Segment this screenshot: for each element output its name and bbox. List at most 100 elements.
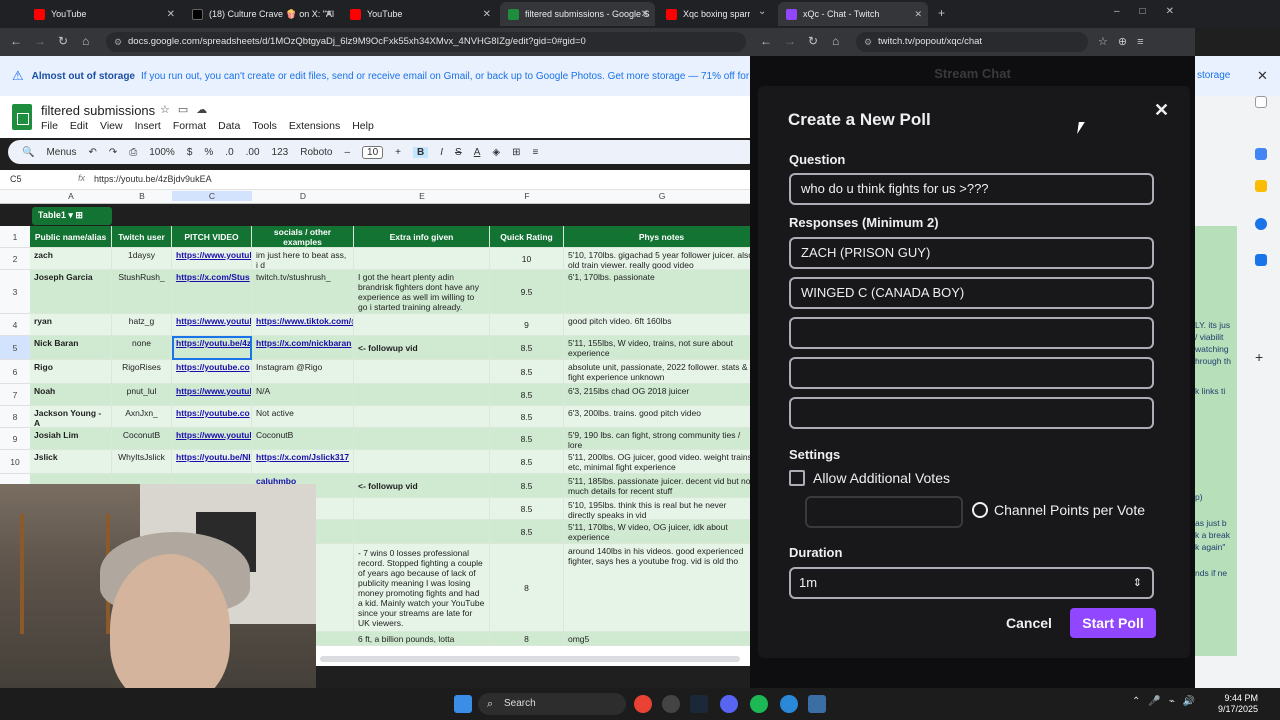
align-icon[interactable]: ≡ bbox=[532, 147, 538, 158]
table-cell[interactable]: https://youtube.co bbox=[172, 406, 252, 428]
table-cell[interactable]: around 140lbs in his videos. good experi… bbox=[564, 544, 760, 632]
window-controls[interactable]: –□✕ bbox=[1114, 6, 1194, 17]
table-cell[interactable]: N/A bbox=[252, 384, 354, 406]
table-cell[interactable]: 5'10, 195lbs. think this is real but he … bbox=[564, 498, 760, 520]
print-icon[interactable]: ⎙ bbox=[129, 147, 137, 158]
star-icon[interactable]: ☆ bbox=[160, 104, 178, 116]
close-icon[interactable]: ✕ bbox=[483, 9, 491, 20]
increase-decimal-button[interactable]: .00 bbox=[246, 147, 260, 158]
table-cell[interactable]: https://x.com/Jslick317 bbox=[252, 450, 354, 474]
start-poll-button[interactable]: Start Poll bbox=[1070, 608, 1156, 638]
response-input-3[interactable] bbox=[789, 317, 1154, 349]
col-b[interactable]: B bbox=[112, 191, 172, 201]
tab-youtube-1[interactable]: YouTube ✕ bbox=[26, 2, 181, 26]
app-icon[interactable] bbox=[780, 695, 798, 713]
response-input-2[interactable]: WINGED C (CANADA BOY) bbox=[789, 277, 1154, 309]
discord-icon[interactable] bbox=[720, 695, 738, 713]
horizontal-scrollbar[interactable] bbox=[320, 656, 740, 662]
row-number[interactable]: 2 bbox=[0, 248, 30, 270]
table-cell[interactable] bbox=[354, 314, 490, 336]
table-cell[interactable]: https://www.tiktok.com/@ bbox=[252, 314, 354, 336]
table-cell[interactable]: CoconutB bbox=[252, 428, 354, 450]
table-cell[interactable] bbox=[354, 520, 490, 544]
table-cell[interactable]: https://x.com/Stus bbox=[172, 270, 252, 314]
duration-select[interactable]: 1m ⇕ bbox=[789, 567, 1154, 599]
col-d[interactable]: D bbox=[252, 191, 354, 201]
row-number[interactable]: 6 bbox=[0, 360, 30, 384]
back-icon[interactable]: ← bbox=[760, 34, 772, 48]
row-number[interactable]: 3 bbox=[0, 270, 30, 314]
close-icon[interactable]: ✕ bbox=[641, 9, 649, 20]
forward-icon[interactable]: → bbox=[34, 34, 46, 48]
table-cell[interactable]: Instagram @Rigo bbox=[252, 360, 354, 384]
table-cell[interactable]: 6'1, 170lbs. passionate bbox=[564, 270, 760, 314]
table-cell[interactable]: Noah bbox=[30, 384, 112, 406]
table-cell[interactable]: twitch.tv/stushrush_ bbox=[252, 270, 354, 314]
table-cell[interactable]: omg5 bbox=[564, 632, 760, 646]
table-cell[interactable] bbox=[354, 360, 490, 384]
table-cell[interactable]: 6 ft, a billion pounds, lotta bbox=[354, 632, 490, 646]
chrome-icon[interactable] bbox=[634, 695, 652, 713]
move-icon[interactable]: ▭ bbox=[178, 104, 196, 116]
font-size-decrease[interactable]: – bbox=[344, 147, 350, 158]
steam-icon[interactable] bbox=[690, 695, 708, 713]
table-cell[interactable]: CoconutB bbox=[112, 428, 172, 450]
table-cell[interactable]: zach bbox=[30, 248, 112, 270]
table-cell[interactable]: 8.5 bbox=[490, 428, 564, 450]
fill-color-icon[interactable]: ◈ bbox=[492, 147, 500, 158]
allow-additional-votes-checkbox[interactable] bbox=[789, 470, 805, 486]
spotify-icon[interactable] bbox=[750, 695, 768, 713]
table-cell[interactable]: Not active bbox=[252, 406, 354, 428]
avatar[interactable] bbox=[1255, 96, 1267, 108]
currency-button[interactable]: $ bbox=[187, 147, 193, 158]
table-cell[interactable]: good pitch video. 6ft 160lbs bbox=[564, 314, 760, 336]
table-cell[interactable]: 8.5 bbox=[490, 384, 564, 406]
response-input-1[interactable]: ZACH (PRISON GUY) bbox=[789, 237, 1154, 269]
table-cell[interactable]: RigoRises bbox=[112, 360, 172, 384]
table-cell[interactable]: https://www.youtul bbox=[172, 384, 252, 406]
close-icon[interactable]: ✕ bbox=[325, 9, 333, 20]
menus-search[interactable]: Menus bbox=[46, 147, 76, 158]
table-cell[interactable]: https://www.youtul bbox=[172, 314, 252, 336]
table-cell[interactable]: https://youtube.co bbox=[172, 360, 252, 384]
response-input-4[interactable] bbox=[789, 357, 1154, 389]
table-cell[interactable]: Josiah Lim bbox=[30, 428, 112, 450]
italic-button[interactable]: I bbox=[440, 147, 443, 158]
table-cell[interactable]: 8.5 bbox=[490, 520, 564, 544]
redo-icon[interactable]: ↷ bbox=[109, 147, 117, 158]
table-cell[interactable]: 6'3, 200lbs. trains. good pitch video bbox=[564, 406, 760, 428]
font-select[interactable]: Roboto bbox=[300, 147, 332, 158]
name-box[interactable]: C5 bbox=[10, 174, 22, 184]
menu-file[interactable]: File bbox=[41, 120, 58, 132]
cancel-button[interactable]: Cancel bbox=[994, 608, 1064, 638]
table-cell[interactable]: 8.5 bbox=[490, 406, 564, 428]
tab-culture-crave[interactable]: (18) Culture Crave 🍿 on X: "Al ✕ bbox=[184, 2, 339, 26]
table-cell[interactable]: Rigo bbox=[30, 360, 112, 384]
close-icon[interactable]: ✕ bbox=[1257, 68, 1268, 84]
home-icon[interactable]: ⌂ bbox=[832, 34, 839, 48]
tasks-icon[interactable] bbox=[1255, 218, 1267, 230]
channel-points-input[interactable] bbox=[805, 496, 963, 528]
column-header-cell[interactable]: Phys notes bbox=[564, 226, 760, 248]
taskbar-search[interactable]: ⌕ Search bbox=[478, 693, 626, 715]
undo-icon[interactable]: ↶ bbox=[88, 147, 96, 158]
obs-icon[interactable] bbox=[662, 695, 680, 713]
text-color-icon[interactable]: A bbox=[474, 147, 481, 158]
row-number[interactable]: 9 bbox=[0, 428, 30, 450]
new-tab-icon[interactable]: + bbox=[938, 6, 945, 20]
reload-icon[interactable]: ↻ bbox=[808, 34, 818, 48]
calendar-icon[interactable] bbox=[1255, 148, 1267, 160]
menu-insert[interactable]: Insert bbox=[135, 120, 161, 132]
table-cell[interactable] bbox=[354, 406, 490, 428]
question-input[interactable]: who do u think fights for us >??? bbox=[789, 173, 1154, 205]
table-cell[interactable]: - 7 wins 0 losses professional record. S… bbox=[354, 544, 490, 632]
table-cell[interactable]: 8 bbox=[490, 632, 564, 646]
keep-icon[interactable] bbox=[1255, 180, 1267, 192]
strikethrough-icon[interactable]: S bbox=[455, 147, 462, 158]
table-cell[interactable]: pnut_lul bbox=[112, 384, 172, 406]
table-cell[interactable]: 9.5 bbox=[490, 270, 564, 314]
sheets-logo-icon[interactable] bbox=[12, 104, 32, 130]
table-cell[interactable]: https://www.youtul bbox=[172, 428, 252, 450]
table-cell[interactable]: WhyItsJslick bbox=[112, 450, 172, 474]
table-cell[interactable]: 8 bbox=[490, 544, 564, 632]
